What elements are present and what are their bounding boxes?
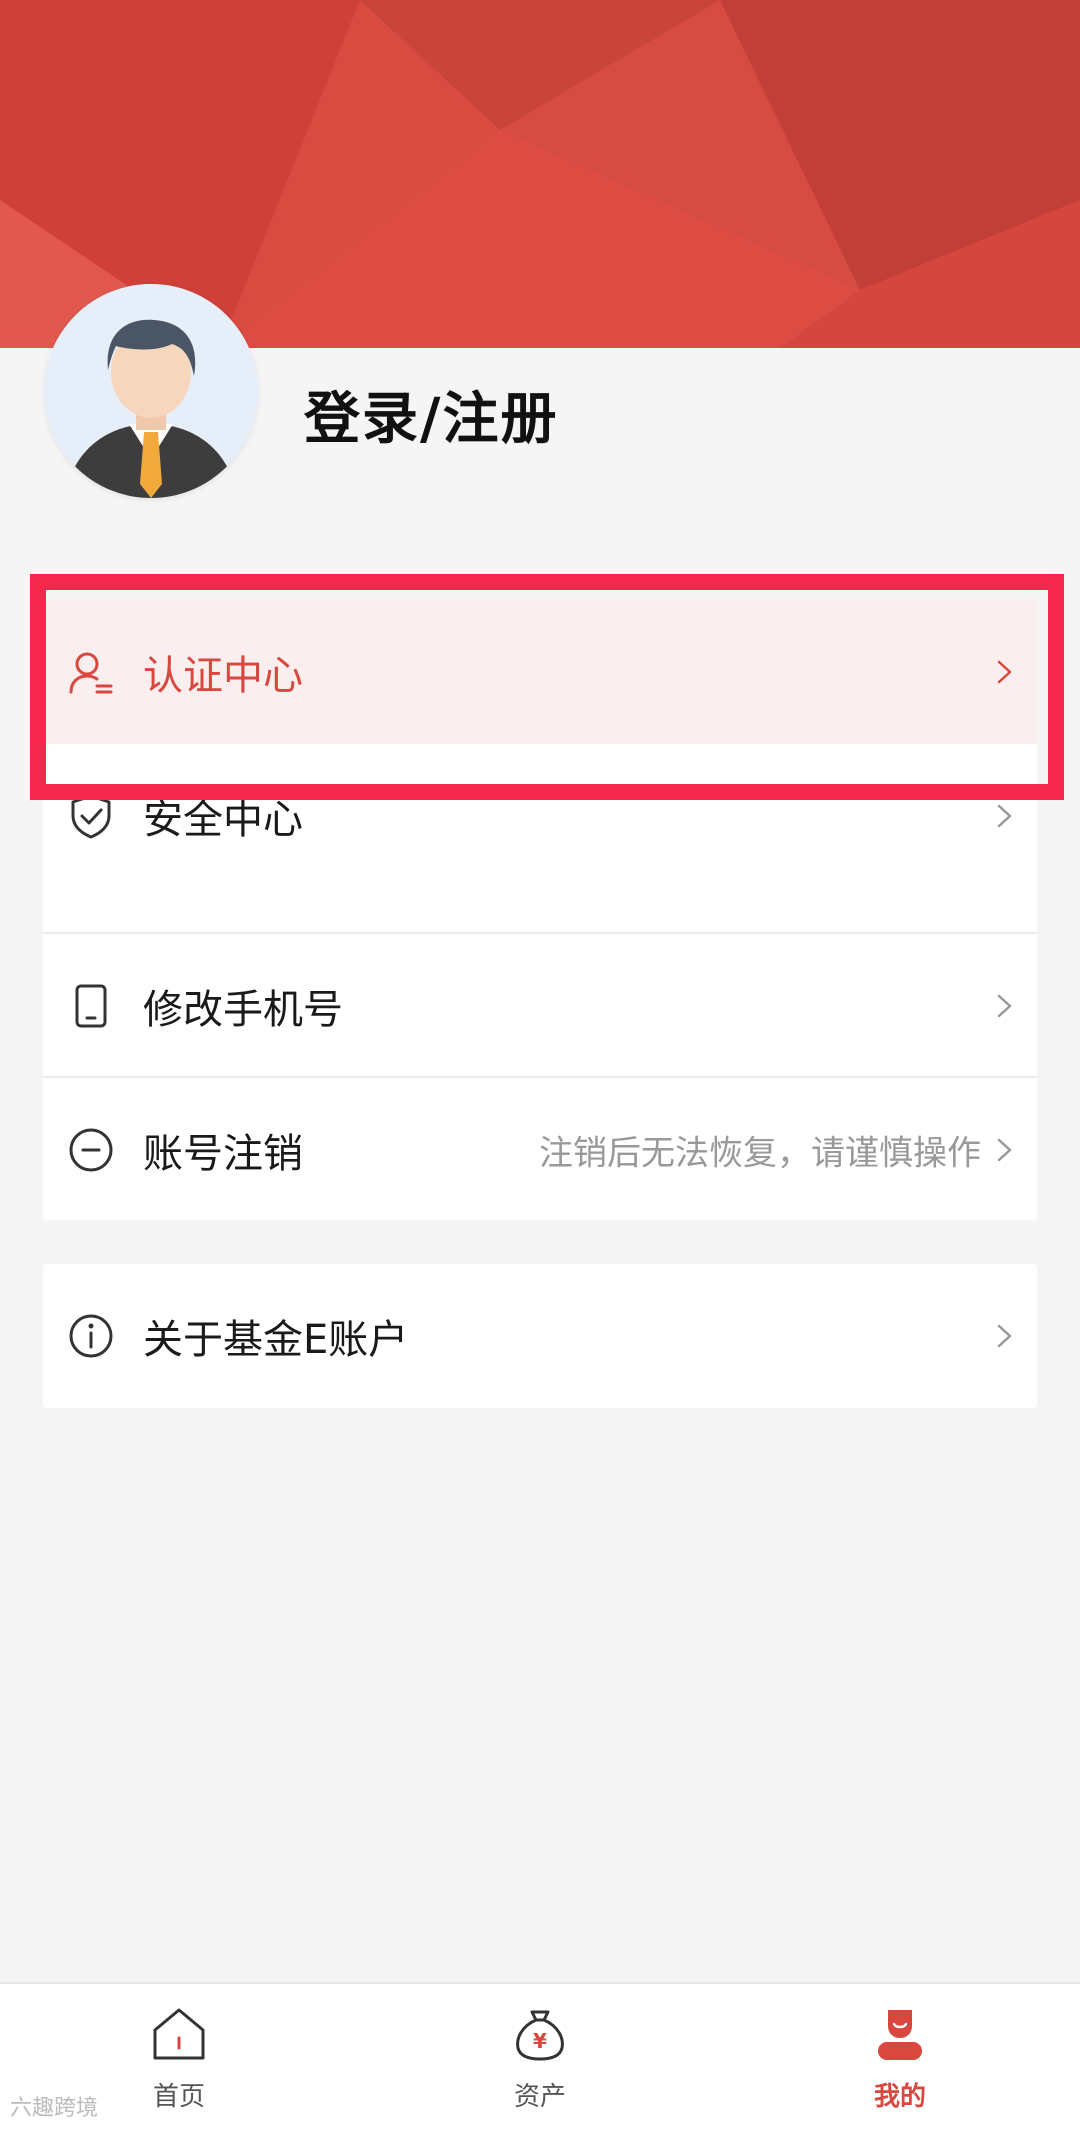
home-icon — [153, 2008, 205, 2060]
menu-item-change-phone[interactable]: 修改手机号 — [43, 934, 1037, 1078]
money-bag-icon: ¥ — [516, 2010, 564, 2061]
menu-item-about[interactable]: 关于基金E账户 — [43, 1264, 1037, 1408]
tab-label: 首页 — [152, 2082, 205, 2112]
bottom-tab-bar: 首页 ¥ 资产 我的 — [0, 1982, 1080, 2131]
chevron-right-icon — [997, 660, 1012, 684]
menu-item-label: 认证中心 — [143, 653, 303, 699]
minus-circle-icon — [69, 1128, 113, 1172]
menu-item-label: 关于基金E账户 — [143, 1317, 409, 1363]
default-avatar-icon — [44, 284, 258, 498]
login-register-link[interactable]: 登录/注册 — [304, 374, 558, 455]
tab-label: 我的 — [873, 2082, 926, 2112]
chevron-right-icon — [997, 1138, 1012, 1162]
tab-assets[interactable]: ¥ 资产 — [440, 1984, 640, 2131]
info-icon — [69, 1314, 113, 1358]
menu-item-account-cancel[interactable]: 账号注销 注销后无法恢复，请谨慎操作 — [43, 1078, 1037, 1222]
user-verify-icon — [69, 652, 113, 694]
menu-item-label: 账号注销 — [143, 1131, 303, 1177]
profile-icon — [878, 2010, 922, 2060]
chevron-right-icon — [997, 804, 1012, 828]
menu-item-label: 修改手机号 — [143, 987, 343, 1033]
avatar[interactable] — [44, 284, 258, 498]
chevron-right-icon — [997, 994, 1012, 1018]
phone-icon — [75, 984, 107, 1028]
account-cancel-warning: 注销后无法恢复，请谨慎操作 — [539, 1133, 981, 1174]
menu-item-verification-center[interactable]: 认证中心 — [43, 600, 1037, 744]
tab-home[interactable]: 首页 — [79, 1984, 279, 2131]
watermark: 六趣跨境 — [10, 2096, 99, 2121]
menu-item-security-center[interactable]: 安全中心 — [43, 744, 1037, 888]
svg-text:¥: ¥ — [533, 2029, 547, 2053]
shield-check-icon — [71, 794, 111, 839]
tab-label: 资产 — [513, 2082, 566, 2112]
tab-mine[interactable]: 我的 — [800, 1984, 1000, 2131]
chevron-right-icon — [997, 1324, 1012, 1348]
about-menu-card: 关于基金E账户 — [43, 1264, 1037, 1408]
menu-item-label: 安全中心 — [143, 797, 303, 843]
